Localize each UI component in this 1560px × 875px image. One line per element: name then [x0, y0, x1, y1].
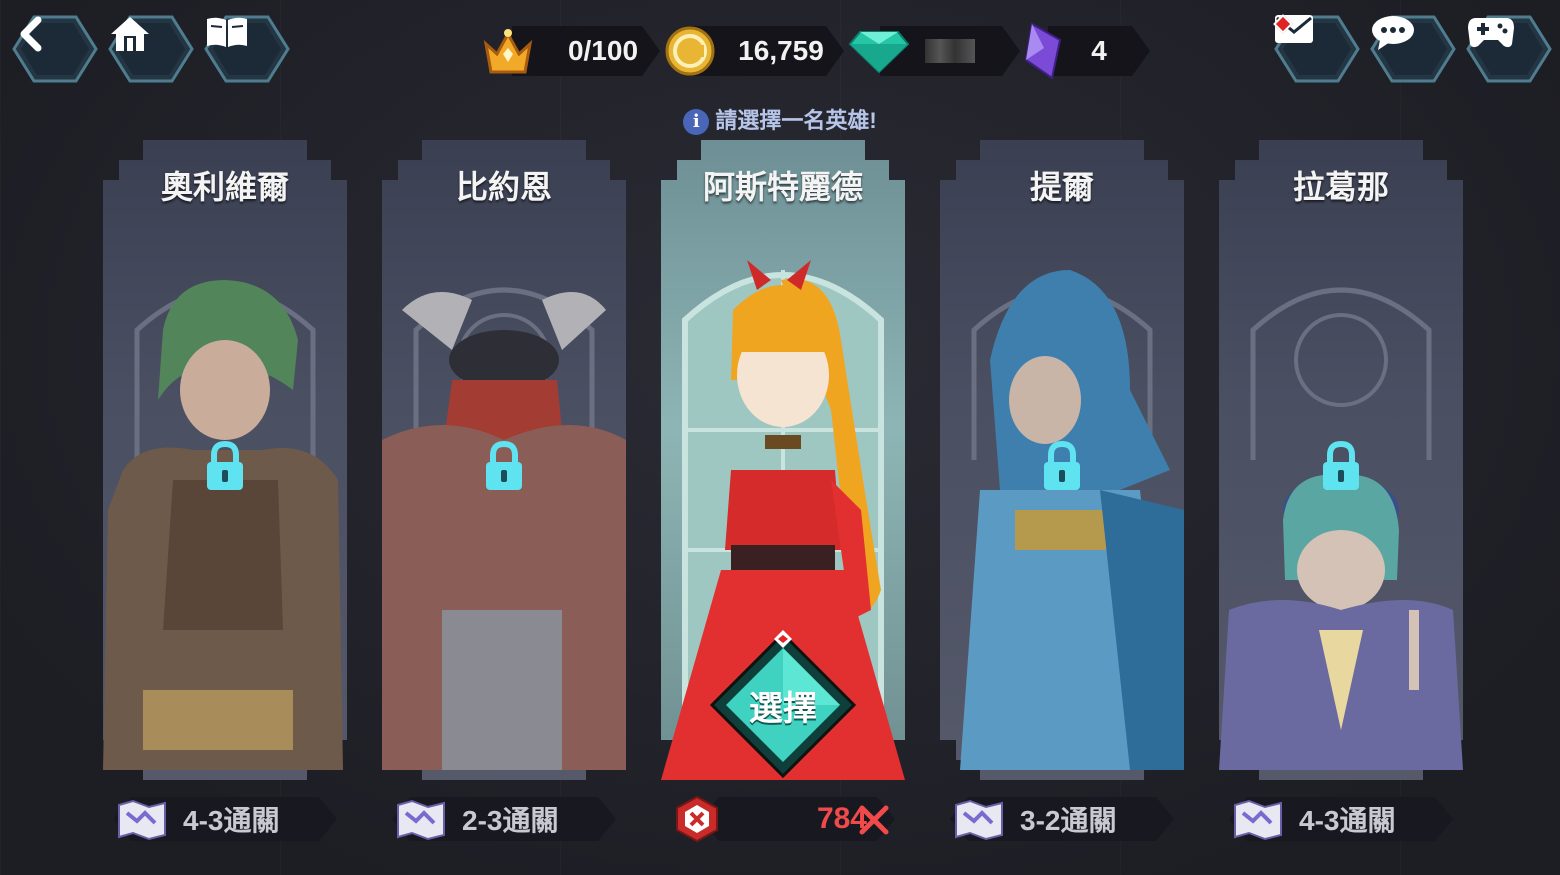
- gamepad-icon: [1466, 14, 1552, 84]
- gem-value-blurred: [925, 39, 975, 63]
- home-icon: [108, 14, 194, 84]
- hero-card-3-selected[interactable]: 阿斯特麗德 選擇: [661, 140, 905, 780]
- unlock-requirement-4: 3-2通關: [940, 793, 1184, 845]
- unlock-stage-text: 4-3通關: [183, 805, 280, 836]
- gold-coin-icon: [665, 26, 715, 76]
- hero-portrait-1: [103, 280, 343, 770]
- crown-icon: [483, 29, 533, 74]
- hero-name: 比約恩: [455, 169, 552, 205]
- gem-icon: [848, 31, 910, 74]
- hero-name: 奧利維爾: [160, 169, 289, 205]
- chat-icon: [1370, 14, 1456, 84]
- select-button-label: 選擇: [749, 689, 817, 728]
- hero-card-5[interactable]: 拉葛那: [1219, 140, 1463, 780]
- hero-portrait-2: [382, 287, 626, 770]
- hero-name: 拉葛那: [1292, 169, 1389, 205]
- back-button[interactable]: [12, 14, 98, 84]
- book-icon: [204, 14, 290, 84]
- hero-portrait-5: [1219, 287, 1463, 770]
- unlock-stage-text: 4-3通關: [1299, 805, 1396, 836]
- hero-card-1[interactable]: 奧利維爾: [103, 140, 347, 780]
- select-button[interactable]: 選擇: [708, 630, 858, 780]
- hero-count-3: 784: [661, 793, 905, 845]
- hexagon-x-icon: [676, 795, 718, 843]
- lock-icon: [1323, 440, 1359, 490]
- book-button[interactable]: [204, 14, 290, 84]
- hero-name: 提爾: [1029, 169, 1094, 205]
- home-button[interactable]: [108, 14, 194, 84]
- unlock-requirement-2: 2-3通關: [382, 793, 626, 845]
- purple-crystal-icon: [1024, 22, 1062, 80]
- mail-button[interactable]: [1273, 14, 1360, 84]
- hero-name: 阿斯特麗德: [702, 169, 863, 205]
- unlock-requirement-1: 4-3通關: [103, 793, 347, 845]
- unlock-stage-text: 3-2通關: [1020, 805, 1117, 836]
- hero-portrait-4: [960, 270, 1184, 770]
- crossed-swords-icon: [859, 805, 889, 835]
- chat-button[interactable]: [1370, 14, 1456, 84]
- map-icon: [397, 799, 445, 841]
- lock-icon: [486, 440, 522, 490]
- map-icon: [118, 799, 166, 841]
- hint-bar: i 請選擇一名英雄!: [0, 103, 1560, 136]
- map-icon: [955, 799, 1003, 841]
- lock-icon: [1044, 440, 1080, 490]
- hero-card-2[interactable]: 比約恩: [382, 140, 626, 780]
- hero-card-4[interactable]: 提爾: [940, 140, 1184, 780]
- hint-text: 請選擇一名英雄!: [715, 108, 877, 133]
- gamepad-button[interactable]: [1466, 14, 1552, 84]
- unlock-requirement-5: 4-3通關: [1219, 793, 1463, 845]
- back-arrow-icon: [12, 14, 98, 84]
- unlock-stage-text: 2-3通關: [462, 805, 559, 836]
- lock-icon: [207, 440, 243, 490]
- map-icon: [1234, 799, 1282, 841]
- info-icon: i: [683, 109, 710, 136]
